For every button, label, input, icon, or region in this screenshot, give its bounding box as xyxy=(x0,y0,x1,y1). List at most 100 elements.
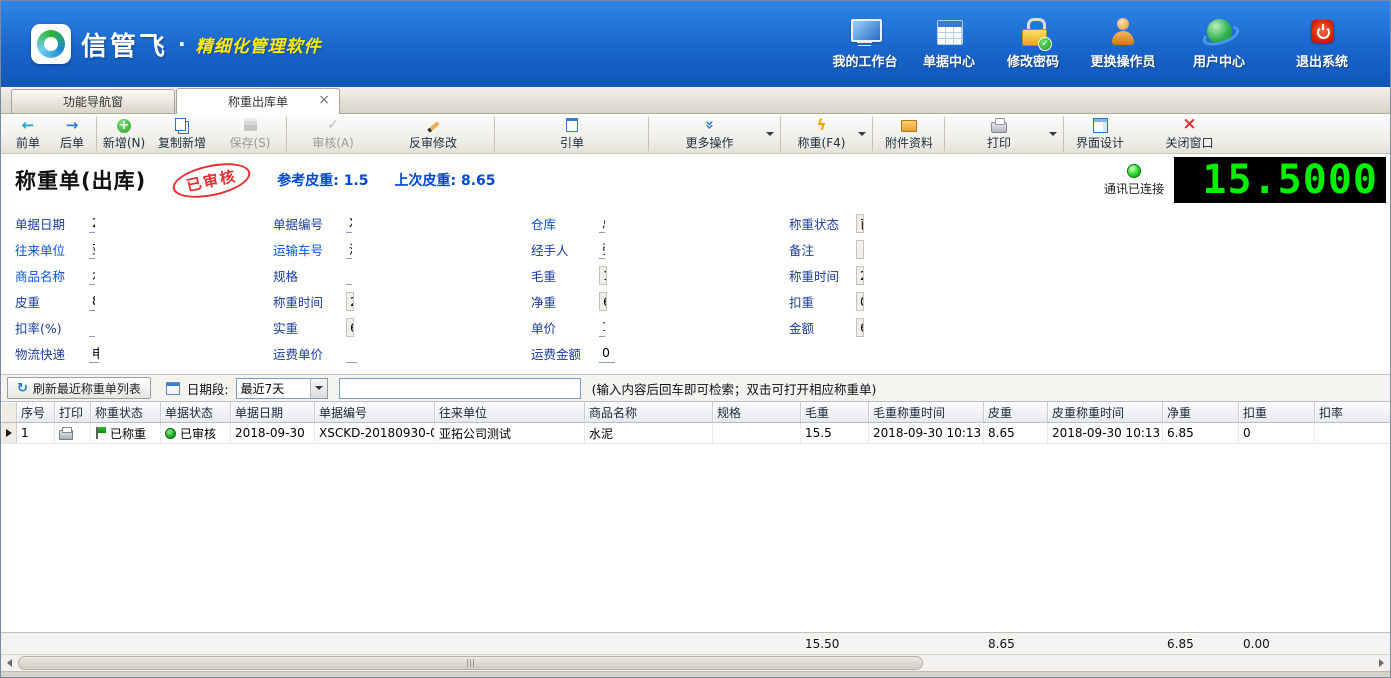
unaudit-modify-button[interactable]: 反审修改 xyxy=(375,116,495,152)
horizontal-scrollbar[interactable] xyxy=(1,654,1390,671)
gross-weight-field: 毛重 15.5 xyxy=(531,262,567,288)
weigh-button[interactable]: 称重(F4) xyxy=(785,116,873,152)
ui-design-button[interactable]: 界面设计 xyxy=(1068,116,1132,152)
field-value[interactable]: 已称重 xyxy=(856,214,864,233)
copy-new-button[interactable]: 复制新增 xyxy=(147,116,217,152)
column-header[interactable]: 扣率 xyxy=(1315,402,1390,422)
field-value[interactable]: 2018-09-30 10:13:28 xyxy=(856,266,864,285)
nav-my-workstation[interactable]: 我的工作台 xyxy=(836,18,894,70)
column-header[interactable]: 商品名称 xyxy=(585,402,713,422)
column-header[interactable]: 单据状态 xyxy=(161,402,231,422)
weigh-status-text: 已称重 xyxy=(110,425,146,442)
dropdown-arrow-icon[interactable] xyxy=(766,132,774,136)
next-order-button[interactable]: 后单 xyxy=(51,116,97,152)
attachment-folder-icon xyxy=(901,117,917,133)
field-value[interactable]: 2018-09-30 xyxy=(89,213,95,233)
column-header[interactable]: 皮重 xyxy=(984,402,1048,422)
refresh-list-button[interactable]: 刷新最近称重单列表 xyxy=(7,377,151,399)
tab-function-nav[interactable]: 功能导航窗 xyxy=(11,89,175,113)
toolbar-button-label: 复制新增 xyxy=(158,134,206,151)
column-header[interactable]: 毛重称重时间 xyxy=(869,402,984,422)
nav-switch-operator[interactable]: 更换操作员 xyxy=(1088,18,1158,70)
date-range-select[interactable]: 最近7天 xyxy=(236,378,328,399)
summary-net-total: 6.85 xyxy=(1163,633,1239,654)
column-header[interactable]: 单据日期 xyxy=(231,402,315,422)
column-header[interactable]: 单据编号 xyxy=(315,402,435,422)
pull-order-button[interactable]: 引单 xyxy=(499,116,649,152)
prev-order-button[interactable]: 前单 xyxy=(5,116,51,152)
field-value[interactable]: XSCKD-20180930-0019 xyxy=(346,213,352,233)
nav-label: 退出系统 xyxy=(1296,51,1348,70)
field-label: 往来单位 xyxy=(15,240,89,259)
nav-exit-system[interactable]: 退出系统 xyxy=(1280,18,1364,70)
last-tare-text: 上次皮重: 8.65 xyxy=(395,170,496,190)
field-value[interactable]: 8.65 xyxy=(89,291,95,311)
nav-document-center[interactable]: 单据中心 xyxy=(920,18,978,70)
field-value[interactable]: 10 xyxy=(599,317,605,337)
field-value[interactable]: 2018-09-30 10:13:11 xyxy=(346,292,354,311)
field-value[interactable]: 6.85 xyxy=(599,292,607,311)
new-button[interactable]: 新增(N) xyxy=(101,116,147,152)
cell-tare: 8.65 xyxy=(984,423,1048,443)
scroll-right-button[interactable] xyxy=(1373,655,1390,671)
column-header[interactable]: 毛重 xyxy=(801,402,869,422)
brand-name: 信管飞 xyxy=(81,26,168,63)
nav-label: 单据中心 xyxy=(923,51,975,70)
attachments-button[interactable]: 附件资料 xyxy=(877,116,945,152)
nav-user-center[interactable]: 用户中心 xyxy=(1184,18,1254,70)
field-value[interactable]: 水泥 xyxy=(89,265,95,285)
column-header[interactable]: 打印 xyxy=(55,402,91,422)
cell-print[interactable] xyxy=(55,423,91,443)
column-header[interactable]: 往来单位 xyxy=(435,402,585,422)
column-header[interactable]: 扣重 xyxy=(1239,402,1315,422)
column-header[interactable]: 净重 xyxy=(1163,402,1239,422)
dropdown-arrow-icon[interactable] xyxy=(1049,132,1057,136)
edit-pencil-icon xyxy=(425,117,441,133)
dropdown-arrow-icon[interactable] xyxy=(858,132,866,136)
field-value[interactable]: 亚拓公司测试 xyxy=(89,239,95,259)
cell-date: 2018-09-30 xyxy=(231,423,315,443)
printer-icon[interactable] xyxy=(59,427,73,439)
field-value[interactable]: 6.85 xyxy=(346,318,354,337)
field-value[interactable]: 0 xyxy=(856,292,864,311)
field-value[interactable]: 总仓库 xyxy=(599,213,605,233)
select-arrow-icon[interactable] xyxy=(310,379,327,398)
print-button[interactable]: 打印 xyxy=(949,116,1064,152)
audited-dot-icon xyxy=(165,428,176,439)
arrow-left-icon xyxy=(20,117,36,133)
app-header: 信管飞 · 精细化管理软件 我的工作台 单据中心 修改密码 更换操作员 xyxy=(1,1,1390,87)
list-controls: 刷新最近称重单列表 日期段: 最近7天 (输入内容后回车即可检索；双击可打开相应… xyxy=(1,374,1390,402)
field-value[interactable]: 张亚 xyxy=(599,239,605,259)
field-value[interactable]: 沪A86008 xyxy=(346,239,352,259)
comm-status-text: 通讯已连接 xyxy=(1104,180,1164,197)
field-value[interactable]: 0 xyxy=(599,343,615,363)
field-value[interactable] xyxy=(346,265,352,285)
save-button[interactable]: 保存(S) xyxy=(217,116,287,152)
toolbar-button-label: 关闭窗口 xyxy=(1165,134,1213,151)
column-header[interactable] xyxy=(1,402,17,422)
column-header[interactable]: 规格 xyxy=(713,402,801,422)
column-header[interactable]: 称重状态 xyxy=(91,402,161,422)
nav-change-password[interactable]: 修改密码 xyxy=(1004,18,1062,70)
field-value[interactable] xyxy=(346,343,357,363)
field-value[interactable]: 68.5 xyxy=(856,318,864,337)
search-input[interactable] xyxy=(339,378,581,399)
audit-button[interactable]: 审核(A) xyxy=(291,116,375,152)
user-center-globe-icon xyxy=(1202,18,1236,48)
tab-close-icon[interactable]: × xyxy=(318,93,330,107)
field-value[interactable]: 15.5 xyxy=(599,266,607,285)
field-value[interactable] xyxy=(89,317,95,337)
printer-icon xyxy=(991,117,1007,133)
more-actions-button[interactable]: 更多操作 xyxy=(653,116,781,152)
scrollbar-thumb[interactable] xyxy=(18,656,923,670)
toolbar-button-label: 引单 xyxy=(560,134,584,151)
tab-weighing-outbound[interactable]: 称重出库单 × xyxy=(176,88,340,114)
table-row[interactable]: 1 已称重 已审核 2018-09-30 XSCKD-20180930-0019… xyxy=(1,423,1390,444)
close-window-button[interactable]: 关闭窗口 xyxy=(1132,116,1247,152)
field-value[interactable]: 申通快递 xyxy=(89,343,99,363)
column-header[interactable]: 皮重称重时间 xyxy=(1048,402,1163,422)
scroll-left-button[interactable] xyxy=(1,655,18,671)
field-value[interactable] xyxy=(856,240,864,259)
calendar-icon xyxy=(166,382,180,395)
column-header[interactable]: 序号 xyxy=(17,402,55,422)
